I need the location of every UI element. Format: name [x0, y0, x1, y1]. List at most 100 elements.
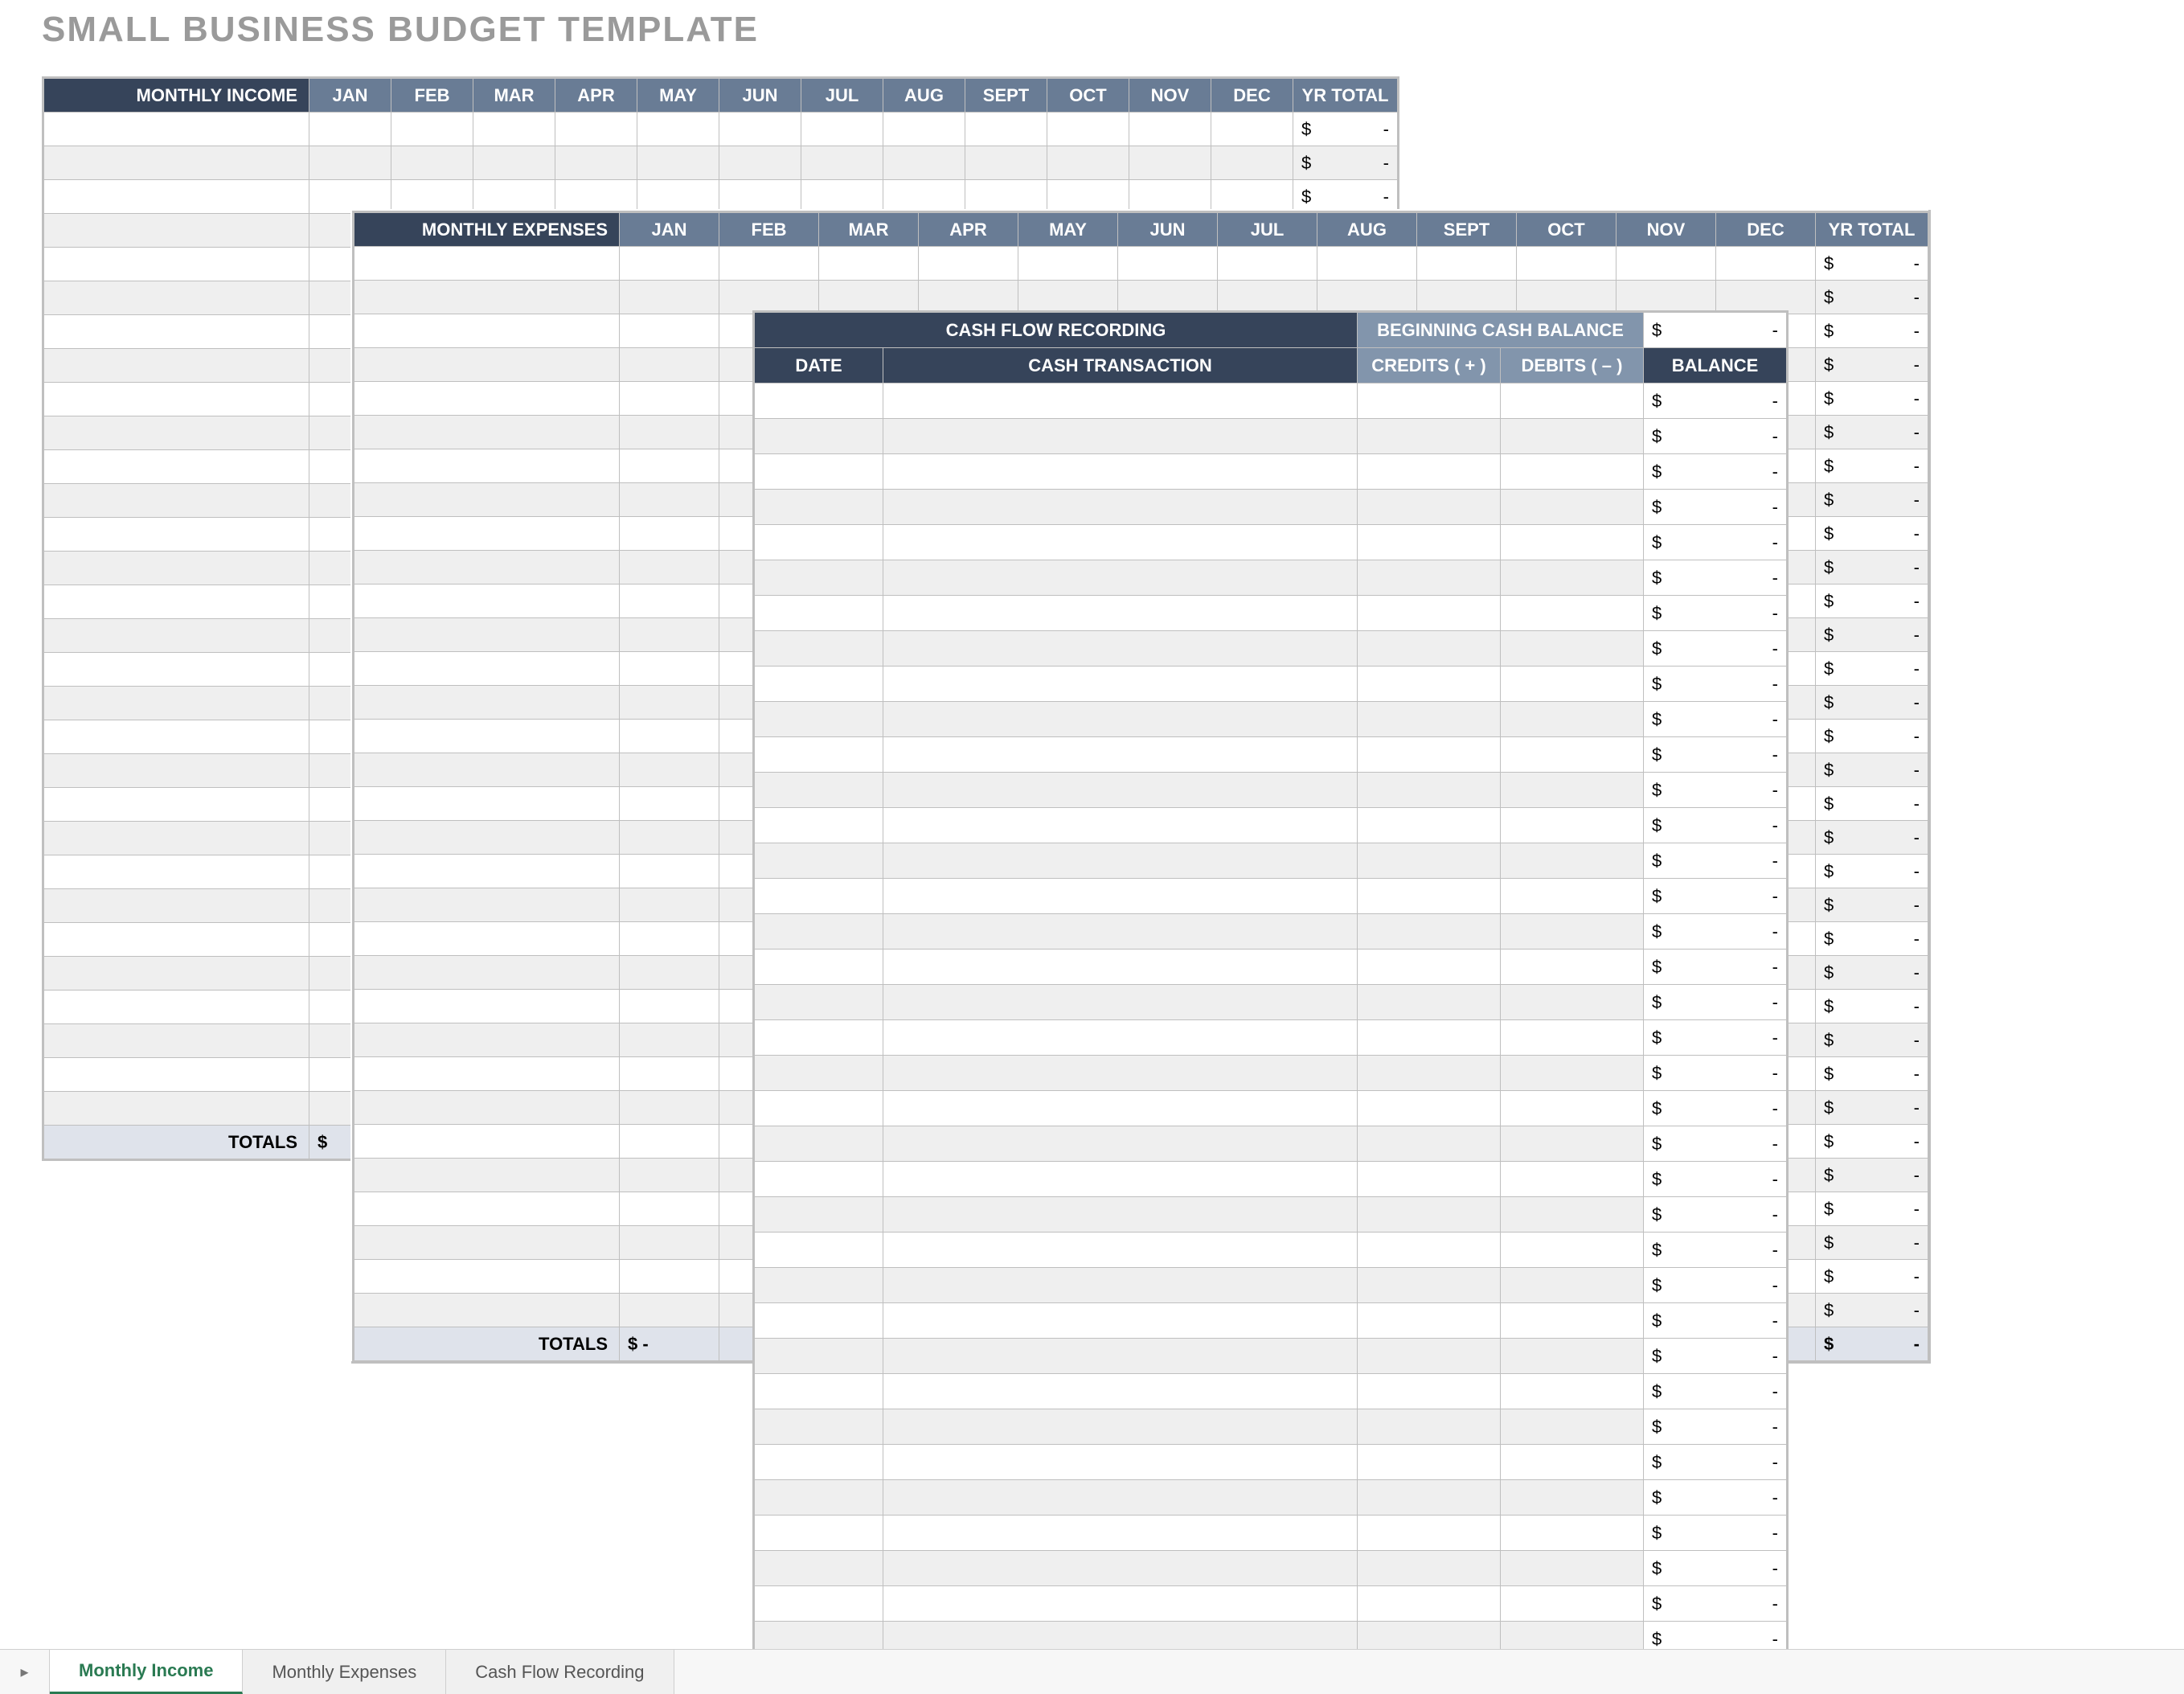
income-cell[interactable]	[801, 113, 883, 146]
cashflow-cell[interactable]	[883, 631, 1358, 667]
expenses-cell[interactable]	[620, 382, 719, 416]
cashflow-cell[interactable]	[883, 1091, 1358, 1126]
cashflow-cell[interactable]	[1358, 985, 1501, 1020]
income-row-label[interactable]	[44, 113, 309, 146]
income-row-label[interactable]	[44, 518, 309, 552]
expenses-cell[interactable]	[1517, 281, 1616, 314]
cashflow-cell[interactable]	[883, 1516, 1358, 1551]
expenses-row-label[interactable]	[354, 990, 620, 1023]
cashflow-cell[interactable]	[755, 737, 883, 773]
cashflow-cell[interactable]	[755, 773, 883, 808]
expenses-cell[interactable]	[620, 888, 719, 922]
cashflow-cell[interactable]	[1358, 1303, 1501, 1339]
cashflow-cell[interactable]	[883, 419, 1358, 454]
cashflow-cell[interactable]	[1501, 1233, 1644, 1268]
income-cell[interactable]	[637, 146, 719, 180]
expenses-row-label[interactable]	[354, 382, 620, 416]
cashflow-cell[interactable]	[883, 702, 1358, 737]
expenses-cell[interactable]	[719, 247, 819, 281]
cashflow-cell[interactable]	[1501, 1339, 1644, 1374]
expenses-cell[interactable]	[620, 1159, 719, 1192]
income-cell[interactable]	[1129, 146, 1211, 180]
cashflow-cell[interactable]	[1358, 560, 1501, 596]
cashflow-cell[interactable]	[883, 1162, 1358, 1197]
cashflow-cell[interactable]	[883, 525, 1358, 560]
expenses-cell[interactable]	[620, 517, 719, 551]
income-cell[interactable]	[1211, 146, 1293, 180]
cashflow-cell[interactable]	[1501, 1162, 1644, 1197]
cashflow-cell[interactable]	[755, 1516, 883, 1551]
cashflow-cell[interactable]	[1501, 1516, 1644, 1551]
cashflow-cell[interactable]	[1501, 1020, 1644, 1056]
cashflow-cell[interactable]	[1358, 1445, 1501, 1480]
cashflow-cell[interactable]	[1501, 1445, 1644, 1480]
income-cell[interactable]	[555, 180, 637, 214]
cashflow-cell[interactable]	[883, 773, 1358, 808]
income-cell[interactable]	[391, 180, 473, 214]
expenses-cell[interactable]	[620, 618, 719, 652]
cashflow-cell[interactable]	[883, 1409, 1358, 1445]
cashflow-cell[interactable]	[755, 1339, 883, 1374]
cashflow-cell[interactable]	[755, 985, 883, 1020]
expenses-row-label[interactable]	[354, 1057, 620, 1091]
cashflow-cell[interactable]	[1501, 985, 1644, 1020]
expenses-cell[interactable]	[620, 551, 719, 584]
cashflow-cell[interactable]	[1358, 1551, 1501, 1586]
expenses-row-label[interactable]	[354, 753, 620, 787]
cashflow-cell[interactable]	[755, 1445, 883, 1480]
expenses-row-label[interactable]	[354, 618, 620, 652]
cashflow-cell[interactable]	[883, 1233, 1358, 1268]
expenses-row-label[interactable]	[354, 686, 620, 720]
cashflow-cell[interactable]	[755, 454, 883, 490]
expenses-row-label[interactable]	[354, 1159, 620, 1192]
cashflow-cell[interactable]	[1358, 1339, 1501, 1374]
cashflow-cell[interactable]	[1358, 1480, 1501, 1516]
cashflow-cell[interactable]	[1358, 879, 1501, 914]
cashflow-cell[interactable]	[755, 879, 883, 914]
income-cell[interactable]	[555, 146, 637, 180]
expenses-cell[interactable]	[919, 247, 1018, 281]
expenses-cell[interactable]	[620, 1125, 719, 1159]
expenses-row-label[interactable]	[354, 517, 620, 551]
cashflow-cell[interactable]	[883, 950, 1358, 985]
cashflow-cell[interactable]	[755, 1020, 883, 1056]
cashflow-cell[interactable]	[755, 1374, 883, 1409]
cashflow-cell[interactable]	[1501, 1197, 1644, 1233]
expenses-row-label[interactable]	[354, 551, 620, 584]
income-row-label[interactable]	[44, 653, 309, 687]
expenses-cell[interactable]	[1517, 247, 1616, 281]
expenses-cell[interactable]	[1018, 281, 1118, 314]
cashflow-cell[interactable]	[883, 1445, 1358, 1480]
cashflow-cell[interactable]	[1501, 1091, 1644, 1126]
income-cell[interactable]	[637, 113, 719, 146]
tab-monthly-expenses[interactable]: Monthly Expenses	[243, 1650, 446, 1694]
income-row-label[interactable]	[44, 619, 309, 653]
cashflow-cell[interactable]	[755, 1268, 883, 1303]
expenses-row-label[interactable]	[354, 1023, 620, 1057]
cashflow-cell[interactable]	[883, 914, 1358, 950]
expenses-row-label[interactable]	[354, 584, 620, 618]
income-cell[interactable]	[473, 146, 555, 180]
cashflow-cell[interactable]	[1501, 1126, 1644, 1162]
income-row-label[interactable]	[44, 214, 309, 248]
expenses-row-label[interactable]	[354, 720, 620, 753]
expenses-cell[interactable]	[620, 1057, 719, 1091]
expenses-row-label[interactable]	[354, 956, 620, 990]
expenses-row-label[interactable]	[354, 416, 620, 449]
cashflow-cell[interactable]	[1501, 419, 1644, 454]
expenses-cell[interactable]	[1417, 247, 1517, 281]
income-cell[interactable]	[555, 113, 637, 146]
income-cell[interactable]	[1211, 113, 1293, 146]
cashflow-cell[interactable]	[755, 490, 883, 525]
expenses-row-label[interactable]	[354, 483, 620, 517]
cashflow-cell[interactable]	[1501, 1303, 1644, 1339]
income-cell[interactable]	[391, 146, 473, 180]
income-cell[interactable]	[965, 146, 1047, 180]
cashflow-cell[interactable]	[1501, 596, 1644, 631]
cashflow-cell[interactable]	[883, 1339, 1358, 1374]
expenses-cell[interactable]	[620, 753, 719, 787]
cashflow-cell[interactable]	[755, 1409, 883, 1445]
cashflow-cell[interactable]	[1358, 773, 1501, 808]
cashflow-cell[interactable]	[1358, 1268, 1501, 1303]
cashflow-cell[interactable]	[755, 1126, 883, 1162]
